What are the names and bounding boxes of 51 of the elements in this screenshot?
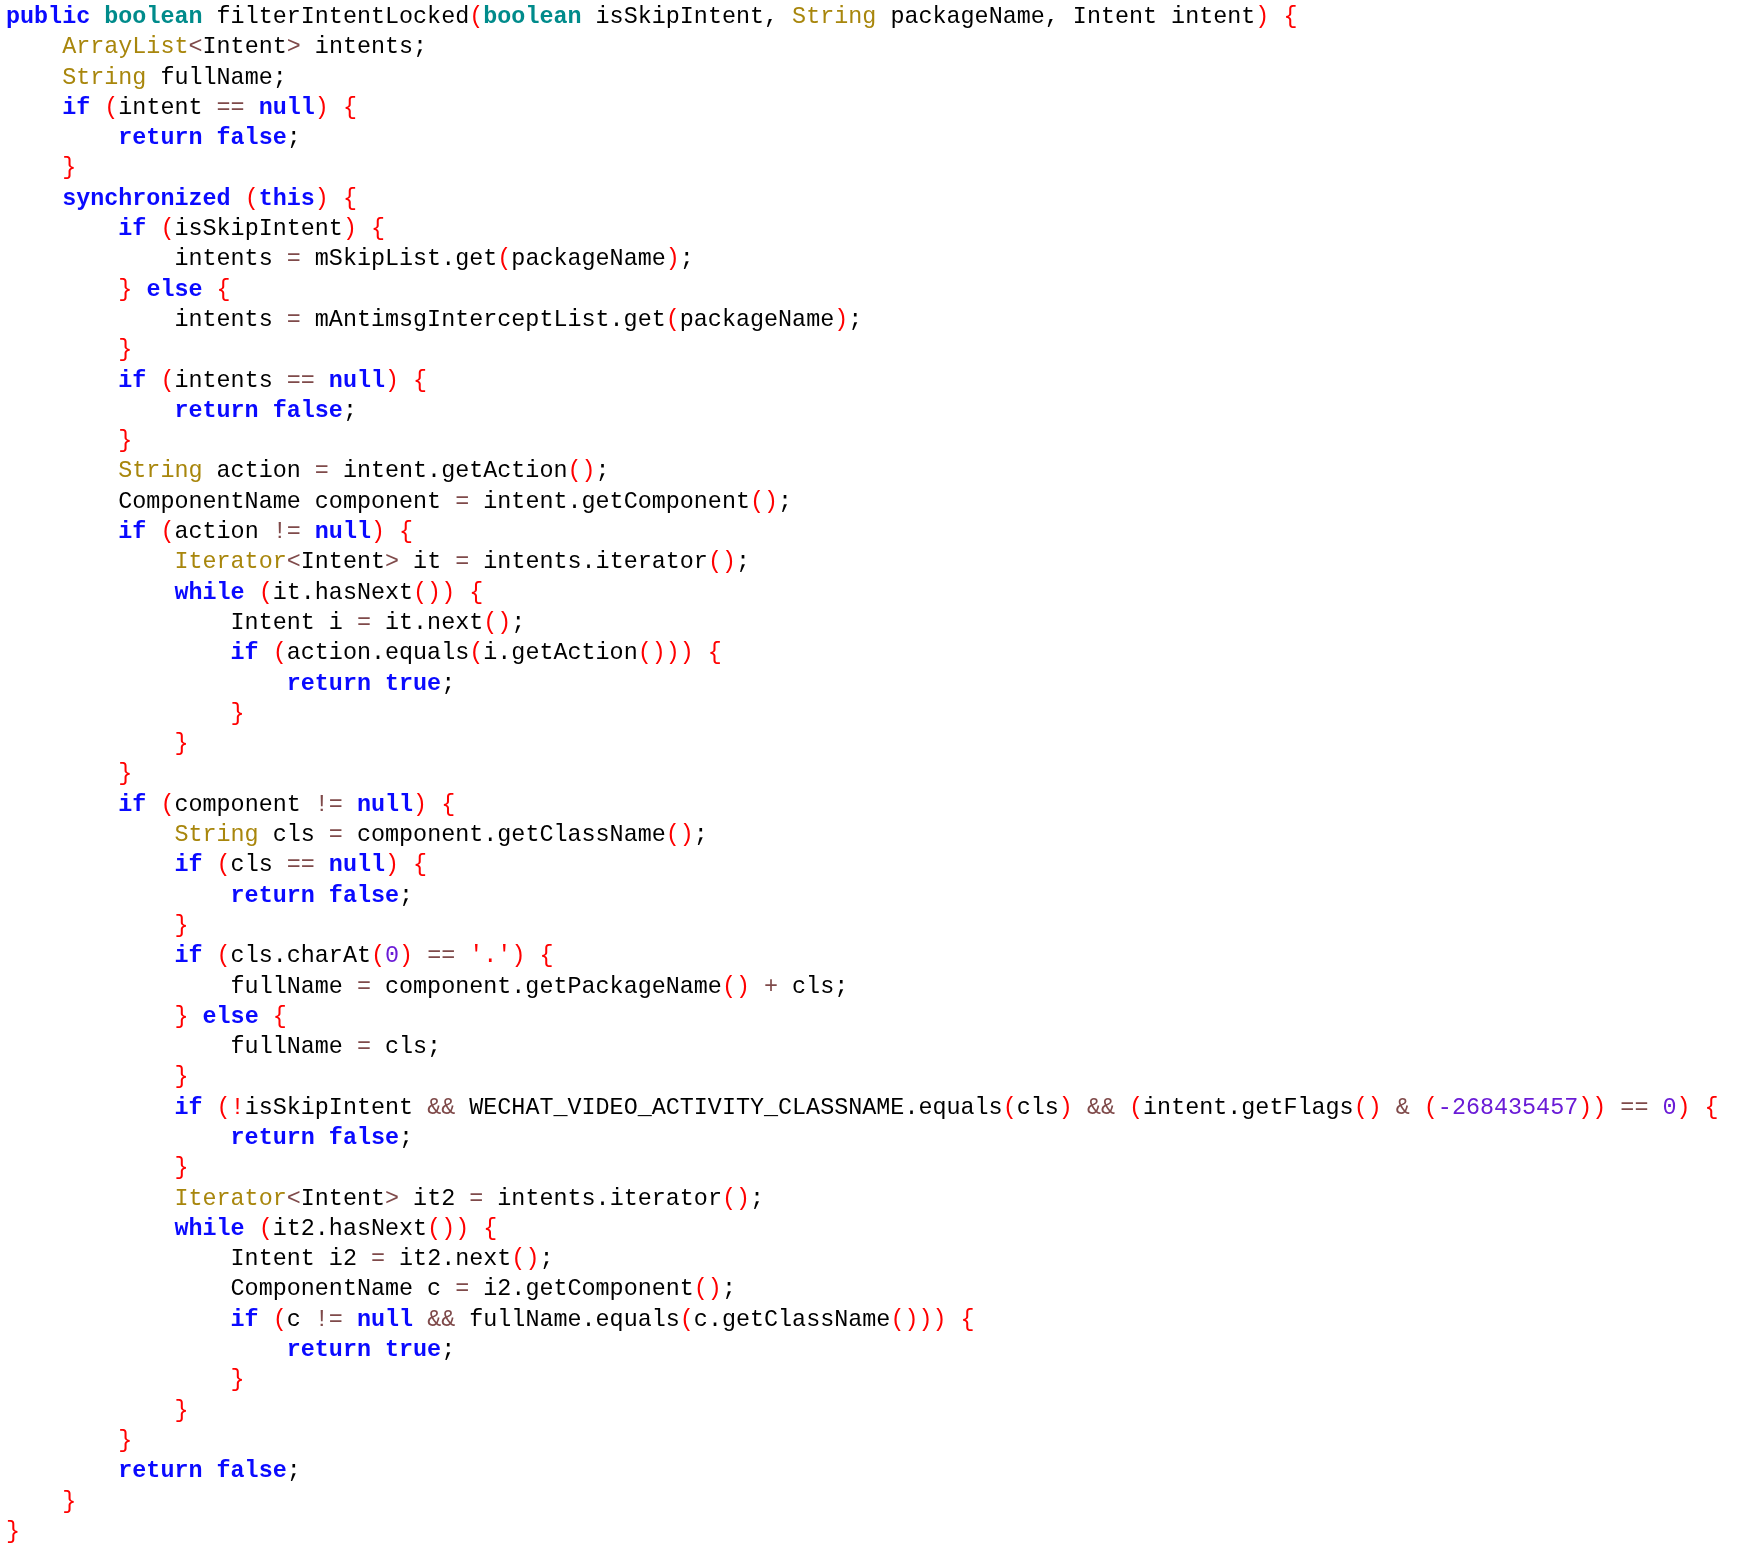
code-line: } bbox=[117, 336, 133, 366]
code-line: } bbox=[173, 730, 189, 760]
code-line: ComponentName c = i2.getComponent(); bbox=[229, 1275, 736, 1305]
code-line: String action = intent.getAction(); bbox=[117, 457, 610, 487]
code-line: } bbox=[229, 699, 245, 729]
code-line: String cls = component.getClassName(); bbox=[173, 821, 708, 850]
code-line: if (c != null && fullName.equals(c.getClassName())) { bbox=[229, 1305, 975, 1335]
code-line: synchronized (this) { bbox=[61, 184, 357, 214]
code-line: Iterator<Intent> it = intents.iterator(); bbox=[173, 548, 750, 578]
code-line: return true; bbox=[285, 669, 456, 699]
code-line: Intent i2 = it2.next(); bbox=[229, 1245, 554, 1275]
code-line: if (isSkipIntent) { bbox=[117, 215, 386, 245]
code-line: if (action.equals(i.getAction())) { bbox=[229, 639, 722, 669]
code-line: } bbox=[61, 1487, 77, 1517]
code-line: Intent i = it.next(); bbox=[229, 608, 526, 638]
code-line: ArrayList<Intent> intents; bbox=[61, 33, 428, 63]
code-line: } bbox=[173, 1154, 189, 1184]
code-line: if (component != null) { bbox=[117, 790, 456, 820]
code-line: } else { bbox=[173, 1002, 287, 1032]
code-line: } bbox=[6, 1517, 21, 1547]
code-line: if (!isSkipIntent && WECHAT_VIDEO_ACTIVITY_CLASSNAME.equals(cls) && (intent.getFlags() & (-268435457)) == 0) { bbox=[173, 1093, 1719, 1123]
code-line: return false; bbox=[117, 1457, 301, 1487]
code-line: } else { bbox=[117, 275, 231, 305]
code-line: } bbox=[117, 427, 133, 457]
code-line: } bbox=[173, 1063, 189, 1093]
code-line: } bbox=[173, 911, 189, 941]
code-line: } bbox=[117, 1426, 133, 1456]
code-line: while (it.hasNext()) { bbox=[173, 578, 484, 608]
code-line: Iterator<Intent> it2 = intents.iterator(); bbox=[173, 1184, 765, 1214]
code-line: } bbox=[173, 1396, 189, 1426]
code-line: return false; bbox=[117, 124, 301, 154]
code-line: if (intents == null) { bbox=[117, 366, 428, 396]
code-line: } bbox=[61, 154, 77, 184]
code-line: fullName = cls; bbox=[229, 1033, 442, 1063]
code-line: if (cls.charAt(0) == '.') { bbox=[173, 942, 554, 972]
code-line: intents = mSkipList.get(packageName); bbox=[173, 245, 694, 275]
code-line: } bbox=[229, 1366, 245, 1396]
code-line: return true; bbox=[285, 1336, 456, 1366]
code-line: if (cls == null) { bbox=[173, 851, 428, 881]
code-line: while (it2.hasNext()) { bbox=[173, 1214, 498, 1244]
code-line: String fullName; bbox=[61, 63, 287, 93]
code-line: public boolean filterIntentLocked(boolean isSkipIntent, String packageName, Intent intent) { bbox=[6, 3, 1298, 32]
code-line: return false; bbox=[173, 396, 357, 426]
code-line: intents = mAntimsgInterceptList.get(packageName); bbox=[173, 305, 863, 335]
code-line: if (action != null) { bbox=[117, 518, 414, 548]
code-line: } bbox=[117, 760, 133, 790]
code-line: fullName = component.getPackageName() + cls; bbox=[229, 972, 849, 1002]
code-line: ComponentName component = intent.getComponent(); bbox=[117, 487, 793, 517]
code-line: return false; bbox=[229, 1124, 414, 1153]
code-line: return false; bbox=[229, 881, 414, 911]
code-line: if (intent == null) { bbox=[61, 93, 357, 123]
